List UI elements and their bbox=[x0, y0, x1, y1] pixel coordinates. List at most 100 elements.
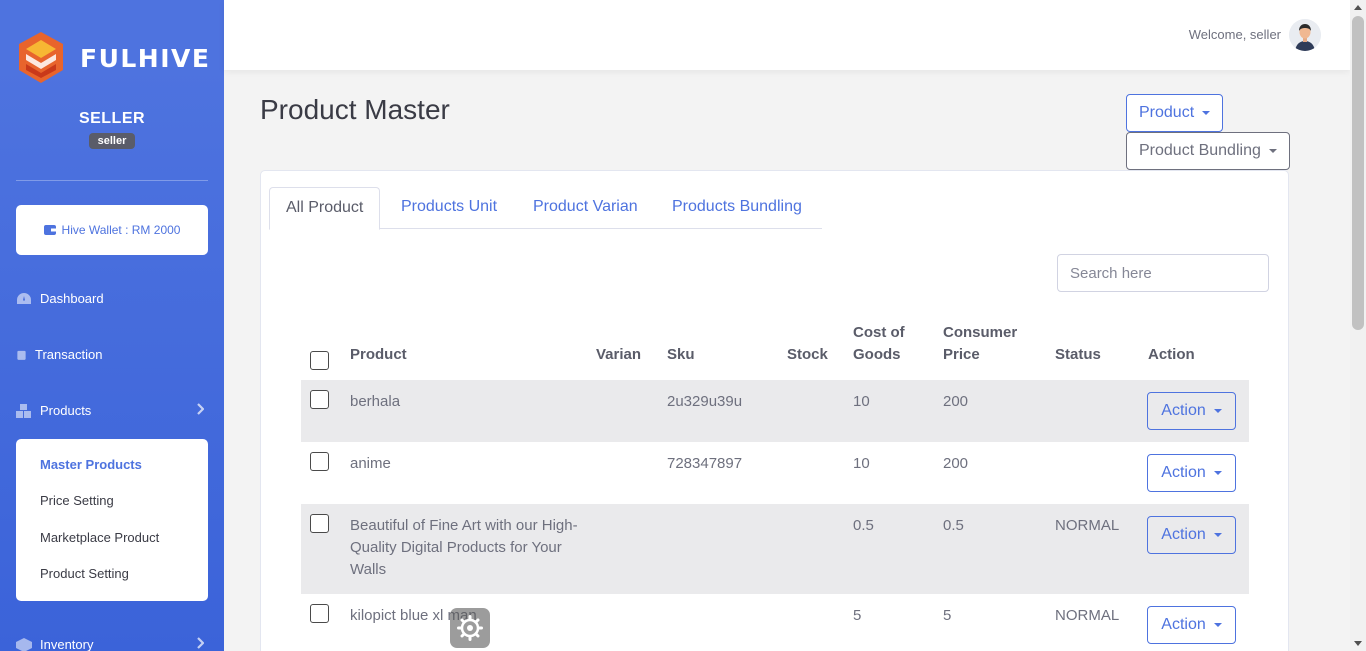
cell-cost: 0.5 bbox=[853, 517, 874, 534]
action-label: Action bbox=[1161, 402, 1206, 419]
cell-price: 200 bbox=[943, 455, 969, 472]
user-avatar-icon bbox=[1289, 19, 1321, 51]
row-checkbox[interactable] bbox=[310, 514, 329, 533]
column-header-sku[interactable]: Sku bbox=[667, 344, 695, 366]
search-input[interactable] bbox=[1057, 254, 1269, 292]
user-avatar[interactable] bbox=[1289, 19, 1321, 51]
product-bundling-dropdown-label: Product Bundling bbox=[1139, 142, 1261, 159]
scroll-up-arrow-icon[interactable] bbox=[1354, 5, 1362, 10]
sidebar-item-products[interactable]: Products bbox=[16, 403, 208, 418]
page-scrollbar[interactable] bbox=[1350, 0, 1366, 651]
hive-wallet-button[interactable]: Hive Wallet : RM 2000 bbox=[16, 205, 208, 255]
sidebar-item-transaction[interactable]: Transaction bbox=[16, 347, 208, 362]
row-action-button[interactable]: Action bbox=[1147, 516, 1236, 554]
header-line: Goods bbox=[853, 346, 901, 363]
wallet-icon bbox=[43, 225, 56, 235]
cell-cost: 5 bbox=[853, 607, 862, 624]
product-card: All Product Products Unit Product Varian… bbox=[260, 170, 1289, 651]
column-header-product[interactable]: Product bbox=[350, 344, 407, 366]
cell-cost: 10 bbox=[853, 455, 870, 472]
seller-name: SELLER bbox=[78, 110, 146, 127]
cell-cost: 10 bbox=[853, 393, 870, 410]
column-header-status[interactable]: Status bbox=[1055, 344, 1101, 366]
tab-products-unit[interactable]: Products Unit bbox=[385, 187, 513, 229]
column-header-consumer-price[interactable]: Consumer Price bbox=[943, 322, 1017, 366]
tachometer-icon bbox=[17, 292, 31, 304]
tab-products-bundling[interactable]: Products Bundling bbox=[656, 187, 818, 229]
action-label: Action bbox=[1161, 526, 1206, 543]
table-header: Product Varian Sku Stock Cost of Goods C… bbox=[301, 322, 1249, 380]
product-dropdown-label: Product bbox=[1139, 104, 1195, 121]
caret-down-icon bbox=[1213, 533, 1222, 537]
brand[interactable]: FULHIVE bbox=[16, 30, 210, 86]
submenu-item-price-setting[interactable]: Price Setting bbox=[40, 493, 114, 508]
sidebar: FULHIVE SELLER seller Hive Wallet : RM 2… bbox=[0, 0, 224, 651]
topbar: Welcome, seller bbox=[224, 0, 1350, 70]
sidebar-divider bbox=[16, 180, 208, 181]
gear-spinner-icon bbox=[457, 615, 483, 641]
caret-down-icon bbox=[1213, 623, 1222, 627]
submenu-item-product-setting[interactable]: Product Setting bbox=[40, 566, 129, 581]
scroll-down-arrow-icon[interactable] bbox=[1354, 641, 1362, 646]
cell-status: NORMAL bbox=[1055, 517, 1120, 534]
column-header-varian[interactable]: Varian bbox=[596, 344, 641, 366]
column-header-stock[interactable]: Stock bbox=[787, 344, 828, 366]
row-action-button[interactable]: Action bbox=[1147, 454, 1236, 492]
action-label: Action bbox=[1161, 464, 1206, 481]
row-action-button[interactable]: Action bbox=[1147, 392, 1236, 430]
table-row: Beautiful of Fine Art with our High-Qual… bbox=[301, 504, 1249, 594]
row-action-button[interactable]: Action bbox=[1147, 606, 1236, 644]
sidebar-item-label: Products bbox=[40, 403, 92, 418]
page-title: Product Master bbox=[260, 94, 450, 125]
sidebar-item-label: Inventory bbox=[40, 637, 94, 651]
table-row: anime 728347897 10 200 Action bbox=[301, 442, 1249, 504]
table-row: berhala 2u329u39u 10 200 Action bbox=[301, 380, 1249, 442]
cell-status: NORMAL bbox=[1055, 607, 1120, 624]
cell-price: 0.5 bbox=[943, 517, 964, 534]
chevron-right-icon bbox=[196, 403, 205, 418]
caret-down-icon bbox=[1268, 149, 1277, 153]
tab-product-varian[interactable]: Product Varian bbox=[517, 187, 654, 229]
welcome-text[interactable]: Welcome, seller bbox=[1189, 27, 1281, 42]
scrollbar-thumb[interactable] bbox=[1352, 16, 1364, 330]
loading-spinner bbox=[450, 608, 490, 648]
sidebar-item-label: Transaction bbox=[35, 347, 103, 362]
select-all-checkbox[interactable] bbox=[310, 351, 329, 370]
column-header-action: Action bbox=[1148, 346, 1195, 363]
sidebar-item-dashboard[interactable]: Dashboard bbox=[16, 291, 208, 306]
cell-price: 200 bbox=[943, 393, 969, 410]
product-dropdown-button[interactable]: Product bbox=[1126, 94, 1224, 132]
submenu-item-master-products[interactable]: Master Products bbox=[40, 457, 142, 472]
cell-price: 5 bbox=[943, 607, 952, 624]
column-header-cost-of-goods[interactable]: Cost of Goods bbox=[853, 322, 905, 366]
product-bundling-dropdown-button[interactable]: Product Bundling bbox=[1126, 132, 1290, 170]
cell-product: anime bbox=[350, 455, 391, 472]
table-row: kilopict blue xl man 5 5 NORMAL Action bbox=[301, 594, 1249, 651]
row-checkbox[interactable] bbox=[310, 452, 329, 471]
sidebar-item-inventory[interactable]: Inventory bbox=[16, 637, 208, 651]
tab-all-product[interactable]: All Product bbox=[269, 187, 381, 230]
row-checkbox[interactable] bbox=[310, 604, 329, 623]
cell-product: Beautiful of Fine Art with our High-Qual… bbox=[350, 517, 578, 578]
fulhive-logo-icon bbox=[19, 32, 63, 83]
seller-role-badge: seller bbox=[89, 133, 135, 149]
action-label: Action bbox=[1161, 616, 1206, 633]
caret-down-icon bbox=[1213, 409, 1222, 413]
submenu-item-marketplace-product[interactable]: Marketplace Product bbox=[40, 530, 159, 545]
boxes-icon bbox=[16, 403, 31, 418]
cell-sku: 2u329u39u bbox=[667, 393, 743, 410]
brand-name: FULHIVE bbox=[80, 43, 211, 73]
clipboard-icon bbox=[17, 350, 26, 360]
caret-down-icon bbox=[1202, 111, 1211, 115]
header-line: Consumer bbox=[943, 324, 1018, 341]
sidebar-item-label: Dashboard bbox=[40, 291, 104, 306]
cube-icon bbox=[16, 637, 32, 651]
product-tabs: All Product Products Unit Product Varian… bbox=[269, 187, 822, 230]
cell-sku: 728347897 bbox=[667, 455, 743, 472]
header-line: Cost of bbox=[853, 324, 905, 341]
row-checkbox[interactable] bbox=[310, 390, 329, 409]
wallet-label: Hive Wallet : RM 2000 bbox=[61, 223, 181, 237]
caret-down-icon bbox=[1213, 471, 1222, 475]
chevron-right-icon bbox=[196, 637, 205, 651]
cell-product: berhala bbox=[350, 393, 401, 410]
